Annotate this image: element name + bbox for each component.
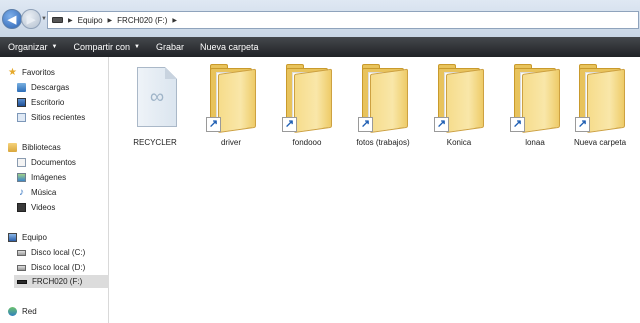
- chevron-right-icon[interactable]: ▶: [68, 17, 73, 24]
- document-icon: ∞: [137, 67, 177, 127]
- shortcut-arrow-icon: ↗: [434, 117, 449, 132]
- chevron-down-icon: ▼: [51, 44, 58, 50]
- sidebar-label: Sitios recientes: [31, 113, 86, 122]
- breadcrumb-equipo[interactable]: Equipo: [78, 16, 103, 25]
- drive-icon: [52, 17, 63, 23]
- chevron-right-icon[interactable]: ▶: [108, 17, 113, 24]
- sidebar-label: Documentos: [31, 158, 76, 167]
- folder-icon: ↗: [282, 61, 334, 133]
- folder-icon: ↗: [434, 61, 486, 133]
- sidebar-item-videos[interactable]: Videos: [17, 201, 55, 214]
- file-name: Konica: [446, 138, 472, 147]
- network-icon: [8, 307, 17, 316]
- command-bar: Organizar ▼ Compartir con ▼ Grabar Nueva…: [0, 37, 640, 57]
- new-folder-label: Nueva carpeta: [199, 42, 259, 52]
- sidebar-item-usb-f[interactable]: FRCH020 (F:): [14, 275, 109, 288]
- desktop-icon: [17, 98, 26, 107]
- pictures-icon: [17, 173, 26, 182]
- folder-icon: ↗: [575, 61, 627, 133]
- sidebar-item-desktop[interactable]: Escritorio: [17, 96, 64, 109]
- forward-button[interactable]: ▶: [21, 9, 41, 29]
- sidebar-label: Descargas: [31, 83, 70, 92]
- sidebar-item-libraries[interactable]: Bibliotecas: [8, 141, 61, 154]
- sidebar-label: Favoritos: [22, 68, 55, 77]
- organize-button[interactable]: Organizar ▼: [0, 42, 65, 52]
- sidebar-item-network[interactable]: Red: [8, 305, 37, 318]
- usb-drive-icon: [17, 279, 27, 284]
- sidebar-item-local-d[interactable]: Disco local (D:): [17, 261, 85, 274]
- sidebar-label: Equipo: [22, 233, 47, 242]
- sidebar-item-computer[interactable]: Equipo: [8, 231, 47, 244]
- hard-drive-icon: [17, 249, 26, 256]
- file-name: RECYCLER: [133, 138, 177, 147]
- sidebar-label: Bibliotecas: [22, 143, 61, 152]
- file-name: fondooo: [292, 138, 322, 147]
- back-arrow-icon: ◀: [7, 13, 17, 26]
- sidebar-item-documents[interactable]: Documentos: [17, 156, 76, 169]
- folder-icon: ↗: [510, 61, 562, 133]
- forward-arrow-icon: ▶: [26, 13, 36, 26]
- sidebar-item-music[interactable]: ♪ Música: [17, 186, 56, 199]
- shortcut-arrow-icon: ↗: [510, 117, 525, 132]
- file-name: fotos (trabajos): [356, 138, 410, 147]
- documents-icon: [17, 158, 26, 167]
- computer-icon: [8, 233, 17, 242]
- sidebar-item-local-c[interactable]: Disco local (C:): [17, 246, 85, 259]
- breadcrumb-frch020[interactable]: FRCH020 (F:): [117, 16, 167, 25]
- video-icon: [17, 203, 26, 212]
- star-icon: ★: [8, 67, 17, 78]
- new-folder-button[interactable]: Nueva carpeta: [192, 42, 267, 52]
- shortcut-arrow-icon: ↗: [358, 117, 373, 132]
- chevron-down-icon: ▼: [134, 44, 140, 50]
- organize-label: Organizar: [8, 42, 48, 52]
- folder-icon: ↗: [358, 61, 410, 133]
- sidebar-label: Red: [22, 307, 37, 316]
- download-icon: [17, 83, 26, 92]
- sidebar-label: Disco local (D:): [31, 263, 86, 272]
- address-bar: ◀ ▶ ▼ ▶ Equipo ▶ FRCH020 (F:) ▶: [0, 0, 640, 37]
- sidebar-item-favorites[interactable]: ★ Favoritos: [8, 66, 55, 79]
- sidebar-label: Escritorio: [31, 98, 65, 107]
- sidebar-label: Imágenes: [31, 173, 67, 182]
- shortcut-arrow-icon: ↗: [575, 117, 590, 132]
- hard-drive-icon: [17, 264, 26, 271]
- sidebar-item-downloads[interactable]: Descargas: [17, 81, 69, 94]
- chevron-right-icon[interactable]: ▶: [172, 17, 177, 24]
- shortcut-arrow-icon: ↗: [282, 117, 297, 132]
- sidebar-label: FRCH020 (F:): [32, 277, 83, 286]
- sidebar-item-images[interactable]: Imágenes: [17, 171, 66, 184]
- music-note-icon: ♪: [19, 187, 24, 198]
- burn-button[interactable]: Grabar: [148, 42, 192, 52]
- file-name: driver: [220, 138, 241, 147]
- sidebar-label: Música: [31, 188, 57, 197]
- back-button[interactable]: ◀: [2, 9, 22, 29]
- folder-icon: ↗: [206, 61, 258, 133]
- libraries-icon: [8, 143, 17, 152]
- sidebar-item-recent[interactable]: Sitios recientes: [17, 111, 85, 124]
- address-box[interactable]: ▶ Equipo ▶ FRCH020 (F:) ▶: [47, 11, 639, 29]
- share-button[interactable]: Compartir con ▼: [65, 42, 147, 52]
- sidebar-label: Disco local (C:): [31, 248, 86, 257]
- navigation-pane: ★ Favoritos Descargas Escritorio Sitios …: [0, 57, 109, 323]
- burn-label: Grabar: [155, 42, 184, 52]
- sidebar-label: Videos: [31, 203, 56, 212]
- recent-places-icon: [17, 113, 26, 122]
- shortcut-arrow-icon: ↗: [206, 117, 221, 132]
- share-label: Compartir con: [73, 42, 130, 52]
- file-list: ∞ RECYCLER ↗ driver ↗ fondooo ↗ fotos (t…: [109, 57, 640, 323]
- file-name: Nueva carpeta: [573, 138, 627, 147]
